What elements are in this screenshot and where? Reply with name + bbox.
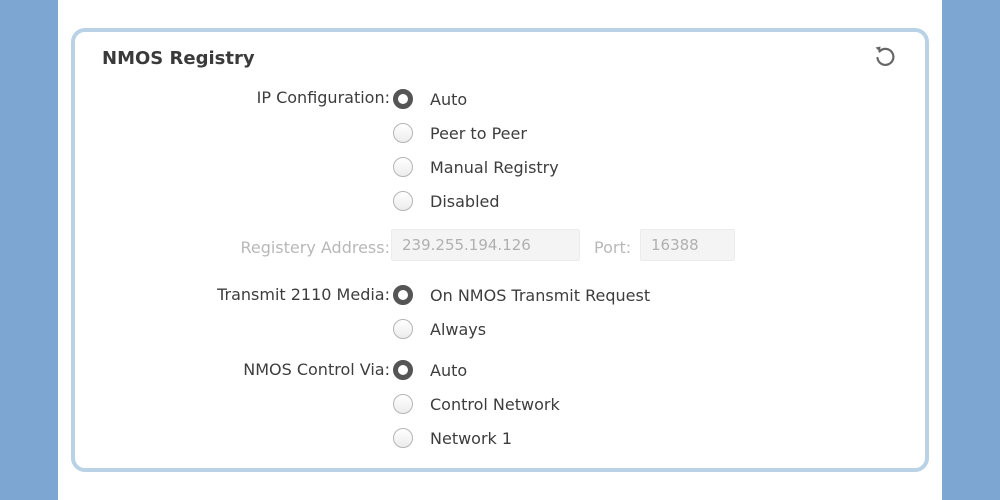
radio-button[interactable] [393, 428, 413, 448]
radio-button-checked[interactable] [393, 285, 413, 305]
radio-label: Control Network [430, 394, 560, 414]
reset-icon [875, 46, 895, 66]
radio-transmit-on-request[interactable]: On NMOS Transmit Request [393, 282, 650, 308]
registry-address-label: Registery Address: [240, 238, 390, 257]
control-via-label: NMOS Control Via: [243, 360, 390, 379]
radio-button-checked[interactable] [393, 360, 413, 380]
transmit-media-label: Transmit 2110 Media: [217, 285, 390, 304]
panel-title: NMOS Registry [102, 48, 255, 69]
radio-button[interactable] [393, 394, 413, 414]
radio-label: Auto [430, 360, 468, 380]
radio-ip-peer-to-peer[interactable]: Peer to Peer [393, 120, 527, 146]
radio-label: Always [430, 319, 487, 339]
radio-button[interactable] [393, 123, 413, 143]
radio-button[interactable] [393, 157, 413, 177]
radio-label: Auto [430, 89, 468, 109]
radio-transmit-always[interactable]: Always [393, 316, 486, 342]
registry-address-field[interactable]: 239.255.194.126 [391, 229, 580, 261]
port-field[interactable]: 16388 [640, 229, 735, 261]
radio-label: Disabled [430, 191, 500, 211]
radio-button[interactable] [393, 319, 413, 339]
reset-button[interactable] [871, 42, 899, 70]
radio-label: Network 1 [430, 428, 513, 448]
radio-button[interactable] [393, 191, 413, 211]
radio-ip-disabled[interactable]: Disabled [393, 188, 500, 214]
ip-configuration-label: IP Configuration: [256, 88, 390, 107]
radio-label: Manual Registry [430, 157, 559, 177]
radio-button-checked[interactable] [393, 89, 413, 109]
radio-label: Peer to Peer [430, 123, 527, 143]
radio-ip-auto[interactable]: Auto [393, 86, 467, 112]
nmos-registry-panel: NMOS Registry IP Configuration: Auto Pee… [71, 28, 929, 472]
port-label: Port: [594, 238, 632, 257]
radio-control-control-network[interactable]: Control Network [393, 391, 560, 417]
radio-label: On NMOS Transmit Request [430, 285, 651, 305]
radio-control-auto[interactable]: Auto [393, 357, 467, 383]
radio-control-network-1[interactable]: Network 1 [393, 425, 512, 451]
radio-ip-manual-registry[interactable]: Manual Registry [393, 154, 559, 180]
